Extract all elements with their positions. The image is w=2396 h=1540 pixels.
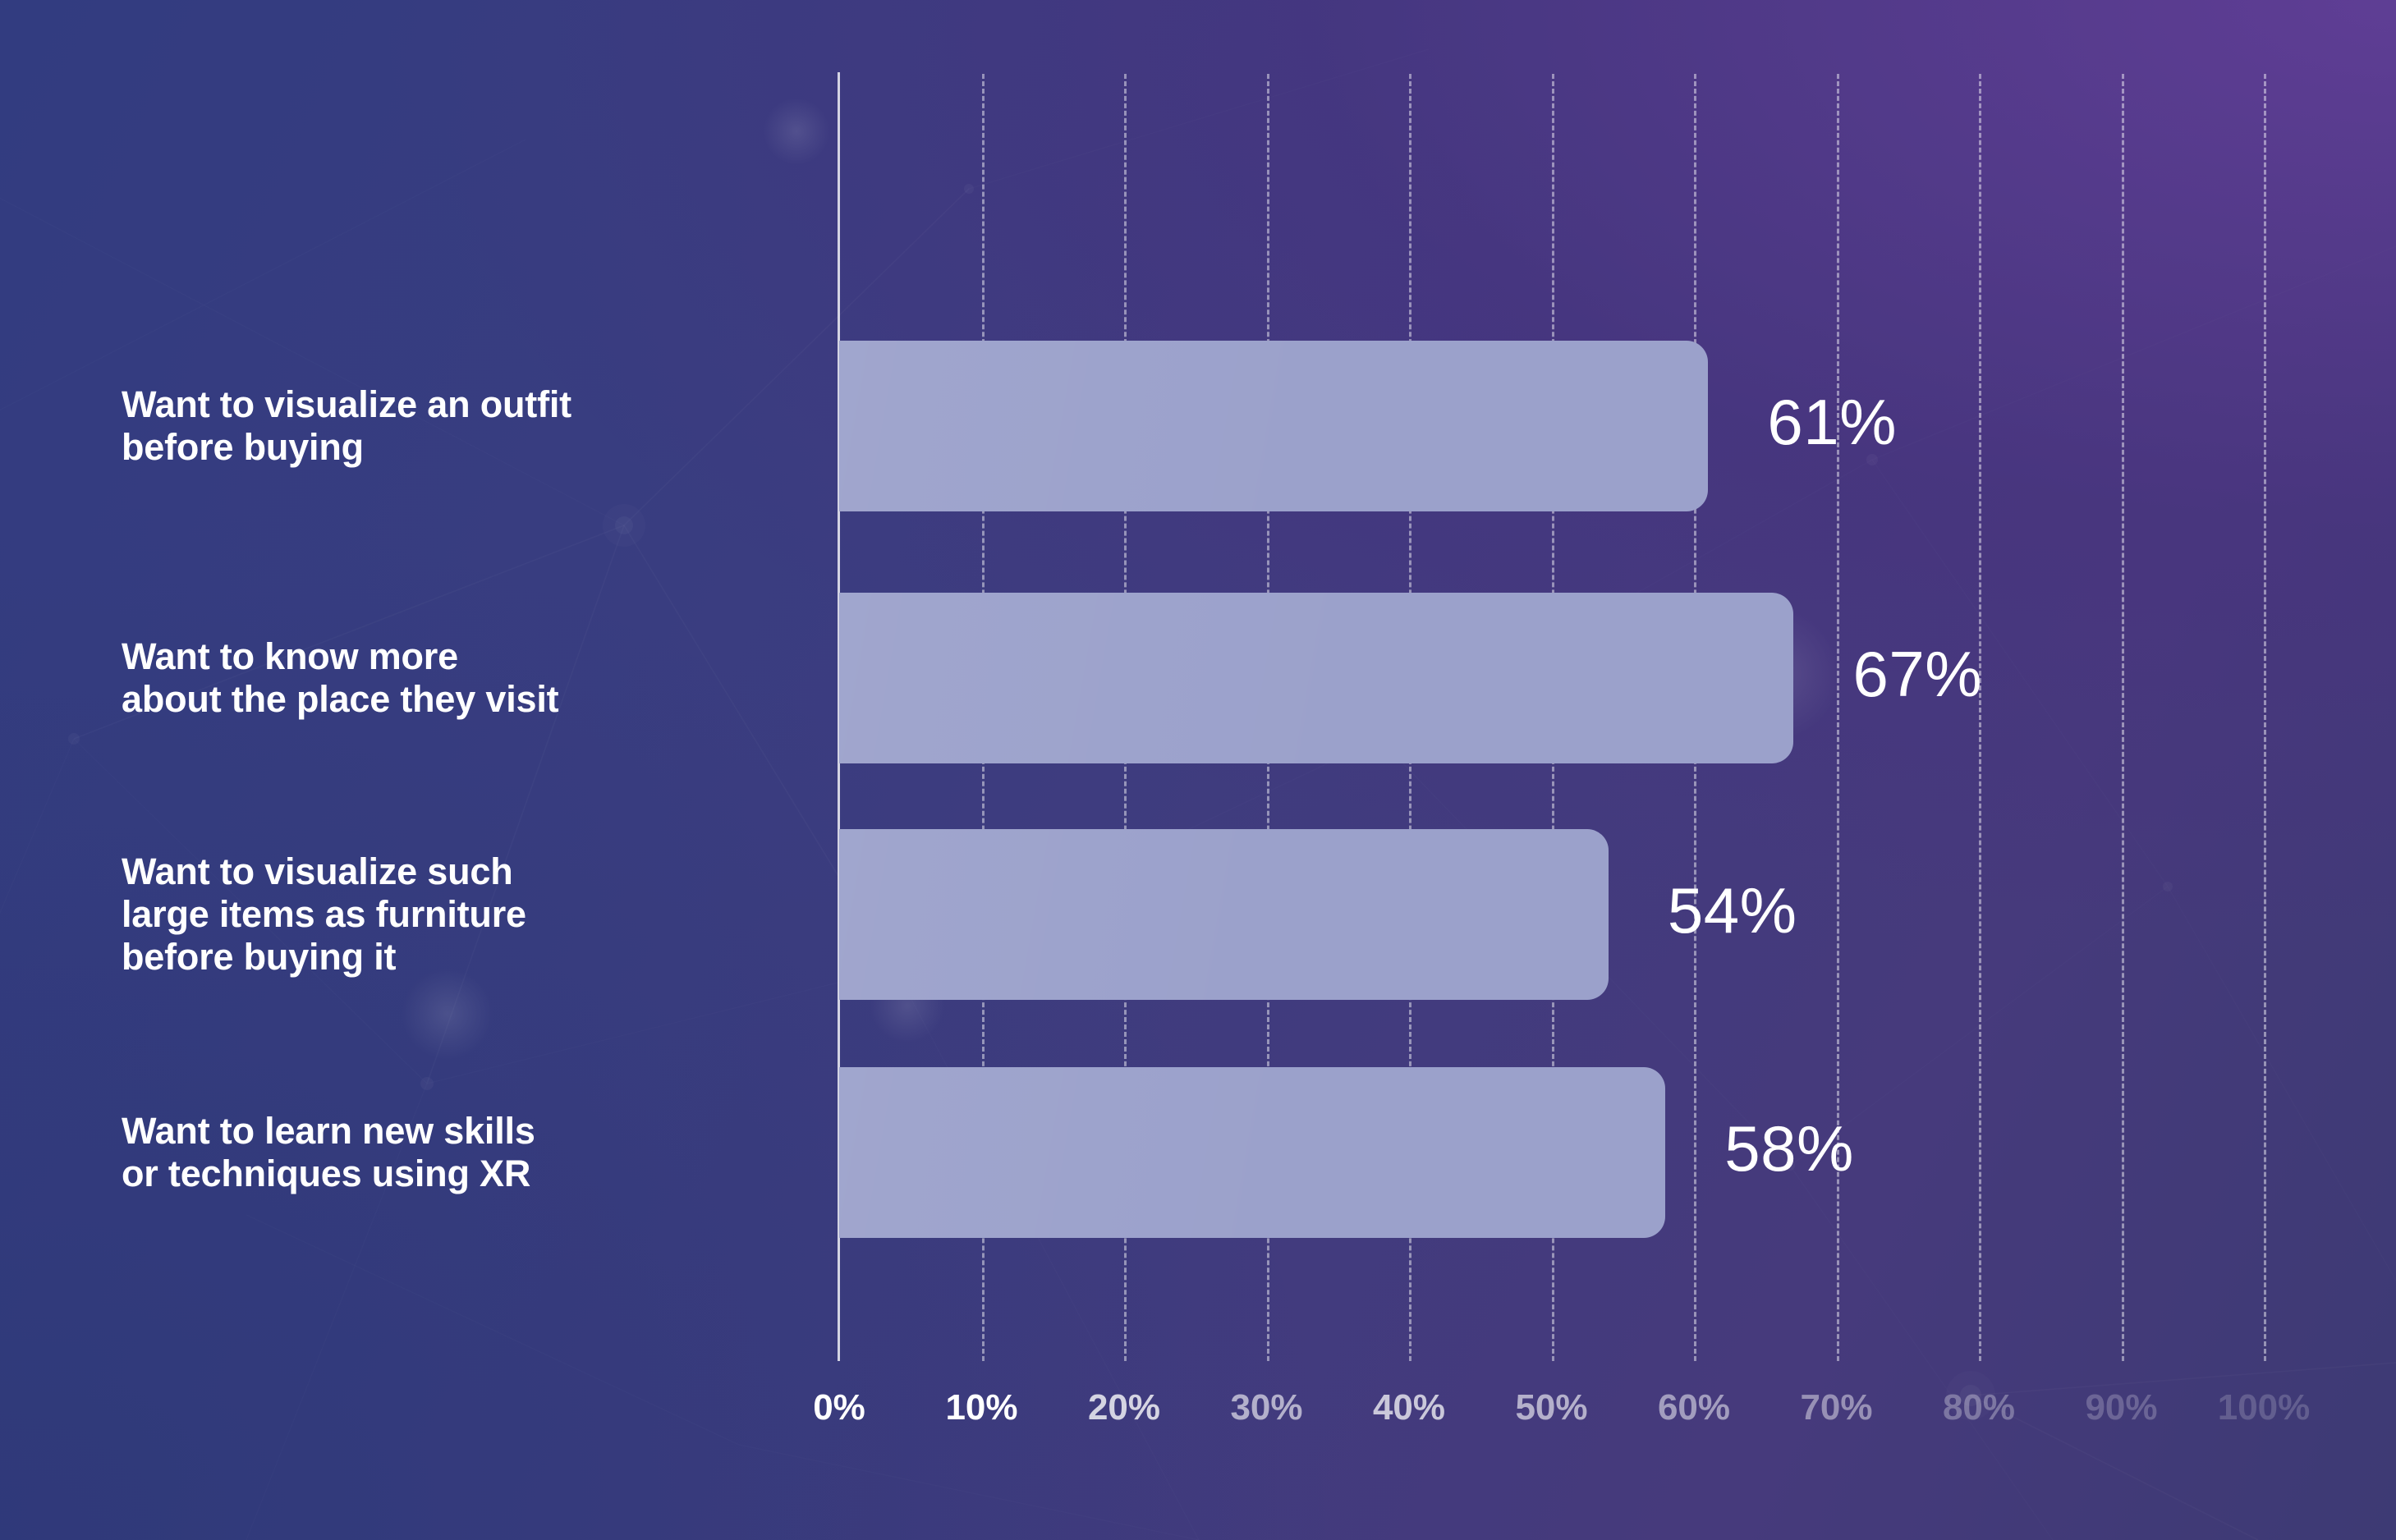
bar[interactable]	[839, 829, 1609, 1000]
category-label: Want to visualize such large items as fu…	[122, 850, 526, 979]
bar[interactable]	[839, 1067, 1666, 1238]
chart-canvas: Want to visualize an outfit before buyin…	[0, 0, 2396, 1540]
category-label: Want to visualize an outfit before buyin…	[122, 383, 571, 469]
bar-chart-plot-area: Want to visualize an outfit before buyin…	[0, 0, 2396, 1540]
x-axis-tick-70%: 70%	[1800, 1387, 1873, 1428]
bar-row: Want to visualize an outfit before buyin…	[0, 341, 2396, 511]
bar-value-label: 67%	[1852, 638, 1983, 710]
x-axis-tick-30%: 30%	[1230, 1387, 1303, 1428]
x-axis-tick-10%: 10%	[945, 1387, 1018, 1428]
x-axis-tick-40%: 40%	[1372, 1387, 1446, 1428]
bar-value-label: 61%	[1767, 386, 1897, 458]
bar-value-label: 54%	[1667, 874, 1797, 946]
bar-row: Want to visualize such large items as fu…	[0, 829, 2396, 1000]
x-axis-tick-80%: 80%	[1942, 1387, 2016, 1428]
bar-row: Want to learn new skills or techniques u…	[0, 1067, 2396, 1238]
bar[interactable]	[839, 593, 1794, 763]
x-axis-tick-60%: 60%	[1657, 1387, 1731, 1428]
x-axis-tick-0%: 0%	[813, 1387, 865, 1428]
x-axis-tick-20%: 20%	[1087, 1387, 1161, 1428]
category-label: Want to learn new skills or techniques u…	[122, 1110, 535, 1195]
bar[interactable]	[839, 341, 1709, 511]
x-axis-tick-100%: 100%	[2217, 1387, 2311, 1428]
x-axis-tick-50%: 50%	[1515, 1387, 1588, 1428]
bar-row: Want to know more about the place they v…	[0, 593, 2396, 763]
category-label: Want to know more about the place they v…	[122, 635, 559, 721]
bar-value-label: 58%	[1724, 1112, 1854, 1185]
x-axis-tick-90%: 90%	[2085, 1387, 2158, 1428]
